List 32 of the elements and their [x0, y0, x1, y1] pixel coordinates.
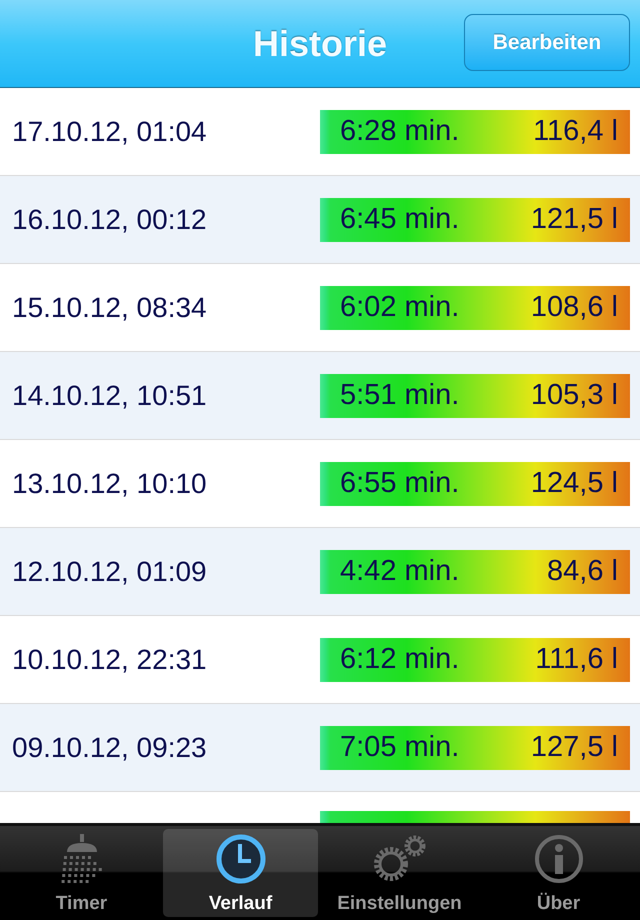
duration-text: 4:42 min. — [340, 555, 460, 588]
date-time: 12.10.12, 01:09 — [12, 556, 208, 588]
duration-text: 6:55 min. — [340, 467, 460, 500]
volume-text: 111,6 l — [535, 643, 618, 676]
date-time: 16.10.12, 00:12 — [12, 204, 208, 236]
date-time: 13.10.12, 10:10 — [12, 468, 208, 500]
clock-icon — [214, 833, 266, 885]
tab[interactable]: Verlauf — [163, 829, 318, 917]
date-time: 10.10.12, 22:31 — [12, 644, 208, 676]
date-time: 15.10.12, 08:34 — [12, 292, 208, 324]
volume-text: 121,5 l — [530, 203, 618, 236]
duration-text: 6:28 min. — [340, 115, 460, 148]
volume-text: 84,6 l — [547, 555, 618, 588]
volume-text: 127,5 l — [530, 731, 618, 764]
volume-text: 124,5 l — [530, 467, 618, 500]
duration-text: 6:45 min. — [340, 203, 460, 236]
date-time: 14.10.12, 10:51 — [12, 380, 208, 412]
tab[interactable]: Einstellungen — [322, 829, 477, 917]
volume-text: 116,4 l — [533, 115, 618, 148]
date-time: 09.10.12, 09:23 — [12, 732, 208, 764]
volume-text: 105,3 l — [530, 379, 618, 412]
duration-text: 5:51 min. — [340, 379, 460, 412]
volume-text: 108,6 l — [530, 291, 618, 324]
duration-text: 6:12 min. — [340, 643, 460, 676]
duration-text: 7:05 min. — [340, 731, 460, 764]
duration-text: 6:02 min. — [340, 291, 460, 324]
screen-title: Historie — [252, 22, 388, 64]
tab[interactable]: Timer — [4, 829, 159, 917]
date-time: 17.10.12, 01:04 — [12, 116, 208, 148]
info-icon — [532, 833, 584, 885]
shower-icon — [58, 834, 104, 884]
tab[interactable]: Über — [481, 829, 636, 917]
